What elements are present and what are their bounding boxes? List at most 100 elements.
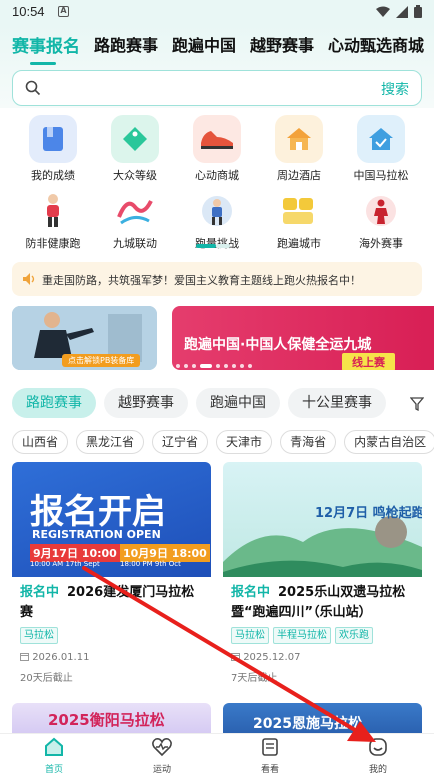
- book-icon: [29, 115, 77, 163]
- filter-icon: [410, 397, 424, 411]
- smile-face-icon: [369, 738, 387, 756]
- event-poster: 12月7日 鸣枪起跑: [223, 462, 422, 577]
- event-title: 报名中 2025乐山双遗马拉松暨“跑遍四川”（乐山站）: [231, 583, 417, 623]
- province-chip[interactable]: 山西省: [12, 430, 69, 454]
- notification-badge-icon: A: [58, 6, 69, 17]
- category-road-running[interactable]: 路跑赛事: [12, 388, 96, 418]
- grid-item-my-results[interactable]: 我的成绩: [13, 115, 93, 183]
- banner-run-china[interactable]: 跑遍中国·中国人保健全运九城 线上赛: [172, 306, 434, 370]
- province-chip[interactable]: 黑龙江省: [76, 430, 145, 454]
- search-icon: [25, 80, 41, 96]
- banner-dot: [192, 364, 196, 368]
- search-button[interactable]: 搜索: [381, 79, 409, 99]
- event-tag: 马拉松: [231, 627, 269, 644]
- challenge-runner-icon: [196, 191, 238, 231]
- wifi-icon: [376, 6, 390, 17]
- grid-label: 中国马拉松: [353, 169, 409, 182]
- banner-run-china-sub: 线上赛: [342, 353, 395, 370]
- event-tag: 欢乐跑: [335, 627, 373, 644]
- nav-mine[interactable]: 我的: [348, 736, 408, 773]
- banner-dot: [240, 364, 244, 368]
- grid-item-hotel[interactable]: 周边酒店: [259, 115, 339, 183]
- province-chip[interactable]: 青海省: [280, 430, 337, 454]
- grid-item-china-marathon[interactable]: 中国马拉松: [341, 115, 421, 183]
- event-card-enshi[interactable]: 2025恩施马拉松: [223, 703, 422, 733]
- status-icons: [376, 5, 422, 18]
- event-title: 报名中 2026建发厦门马拉松赛: [20, 583, 206, 623]
- poster-main-text: 报名开启: [30, 492, 166, 532]
- event-deadline: 7天后截止: [231, 673, 278, 684]
- tab-road-running[interactable]: 路跑赛事: [94, 32, 158, 60]
- battery-icon: [414, 5, 422, 18]
- event-tags: 马拉松 半程马拉松 欢乐跑: [231, 627, 373, 644]
- bottom-nav: 首页 运动 看看 我的: [0, 733, 434, 773]
- house-icon: [275, 115, 323, 163]
- event-tag: 马拉松: [20, 627, 58, 644]
- event-date: 2025.12.07: [231, 652, 300, 663]
- event-poster: 报名开启 REGISTRATION OPEN 9月17日 10:00 10月9日…: [12, 462, 211, 577]
- province-chip[interactable]: 天津市: [216, 430, 273, 454]
- event-date: 2026.01.11: [20, 652, 89, 663]
- search-bar[interactable]: 搜索: [12, 70, 422, 106]
- calendar-icon: [231, 653, 240, 661]
- status-bar: 10:54 A: [0, 0, 434, 26]
- event-card-leshan[interactable]: 12月7日 鸣枪起跑 报名中 2025乐山双遗马拉松暨“跑遍四川”（乐山站） 马拉…: [223, 462, 422, 694]
- nav-label: 运动: [152, 765, 171, 773]
- province-filters: 山西省 黑龙江省 辽宁省 天津市 青海省 内蒙古自治区: [12, 430, 434, 454]
- event-card-xiamen[interactable]: 报名开启 REGISTRATION OPEN 9月17日 10:00 10月9日…: [12, 462, 211, 694]
- tab-trail[interactable]: 越野赛事: [250, 32, 314, 60]
- banner-dot: [224, 364, 228, 368]
- calendar-icon: [20, 653, 29, 661]
- notice-text: 重走国防路，共筑强军梦！爱国主义教育主题线上跑火热报名中！: [42, 274, 361, 287]
- nav-sports[interactable]: 运动: [132, 736, 192, 773]
- grid-label: 跑遍城市: [277, 237, 321, 250]
- banner-gear[interactable]: 点击解锁PB装备库: [12, 306, 157, 370]
- signal-icon: [396, 5, 408, 18]
- peek-title: 2025恩施马拉松: [253, 716, 362, 732]
- poster-main-text: 12月7日 鸣枪起跑: [315, 506, 422, 521]
- grid-item-level[interactable]: 大众等级: [95, 115, 175, 183]
- category-trail[interactable]: 越野赛事: [104, 388, 188, 418]
- tab-mall[interactable]: 心动甄选商城: [328, 32, 424, 60]
- nav-watch[interactable]: 看看: [240, 736, 300, 773]
- category-tabs: 路跑赛事 越野赛事 跑遍中国 十公里赛事: [12, 388, 386, 418]
- event-date-text: 2026.01.11: [32, 652, 90, 663]
- status-time: 10:54: [12, 4, 45, 19]
- grid-item-shop[interactable]: 心动商城: [177, 115, 257, 183]
- tab-run-china[interactable]: 跑遍中国: [172, 32, 236, 60]
- nav-home[interactable]: 首页: [24, 736, 84, 773]
- grid-item-anti-fraud-run[interactable]: 防非健康跑: [13, 191, 93, 251]
- grid-label: 跑量挑战: [177, 235, 257, 251]
- tab-event-signup[interactable]: 赛事报名: [12, 32, 80, 60]
- event-card-hengyang[interactable]: 2025衡阳马拉松: [12, 703, 211, 733]
- grid-item-mileage-challenge[interactable]: 跑量挑战: [177, 191, 257, 251]
- top-tabs: 赛事报名 路跑赛事 跑遍中国 越野赛事 心动甄选商城: [12, 32, 424, 60]
- grid-pager-track: [216, 244, 230, 248]
- category-run-china[interactable]: 跑遍中国: [196, 388, 280, 418]
- peek-title: 2025衡阳马拉松: [48, 711, 165, 729]
- banner-dots: [176, 364, 252, 368]
- grid-label: 我的成绩: [31, 169, 75, 182]
- grid-label: 海外赛事: [359, 237, 403, 250]
- grid-item-nine-city[interactable]: 九城联动: [95, 191, 175, 251]
- overseas-runner-icon: [360, 191, 402, 231]
- home-check-icon: [357, 115, 405, 163]
- grid-label: 九城联动: [113, 237, 157, 250]
- filter-button[interactable]: [400, 390, 434, 418]
- runner-icon: [32, 191, 74, 231]
- notice-bar[interactable]: 重走国防路，共筑强军梦！爱国主义教育主题线上跑火热报名中！: [12, 262, 422, 296]
- grid-item-overseas[interactable]: 海外赛事: [341, 191, 421, 251]
- grid-label: 大众等级: [113, 169, 157, 182]
- grid-item-run-cities[interactable]: 跑遍城市: [259, 191, 339, 251]
- banner-gear-tag: 点击解锁PB装备库: [62, 354, 141, 367]
- banner-dot: [248, 364, 252, 368]
- poster-date-1-en: 10:00 AM 17th Sept: [30, 560, 100, 568]
- nav-label: 我的: [368, 765, 387, 773]
- sneaker-icon: [193, 115, 241, 163]
- province-chip[interactable]: 内蒙古自治区: [344, 430, 434, 454]
- province-chip[interactable]: 辽宁省: [152, 430, 209, 454]
- grid-label: 防非健康跑: [25, 237, 81, 250]
- event-date-text: 2025.12.07: [243, 652, 301, 663]
- banner-run-china-title: 跑遍中国·中国人保健全运九城: [184, 337, 372, 353]
- category-10k[interactable]: 十公里赛事: [288, 388, 386, 418]
